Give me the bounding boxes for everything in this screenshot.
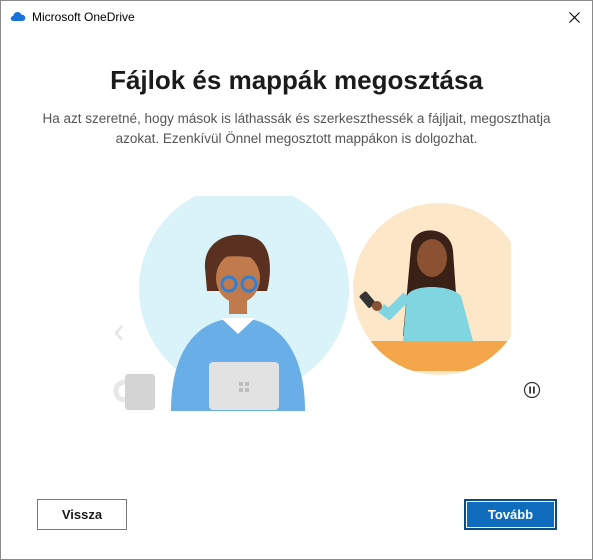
page-description: Ha azt szeretné, hogy mások is láthassák… [42, 111, 551, 146]
title-bar: Microsoft OneDrive [1, 1, 592, 33]
window-title: Microsoft OneDrive [32, 10, 135, 24]
onedrive-window: Microsoft OneDrive Fájlok és mappák mego… [0, 0, 593, 560]
close-button[interactable] [556, 1, 592, 33]
page-title: Fájlok és mappák megosztása [110, 65, 483, 95]
back-button[interactable]: Vissza [37, 499, 127, 530]
close-icon [568, 11, 580, 23]
next-button[interactable]: Tovább [464, 499, 557, 530]
pause-icon[interactable] [523, 381, 541, 399]
onedrive-cloud-icon [10, 12, 26, 21]
sharing-illustration [113, 196, 511, 411]
